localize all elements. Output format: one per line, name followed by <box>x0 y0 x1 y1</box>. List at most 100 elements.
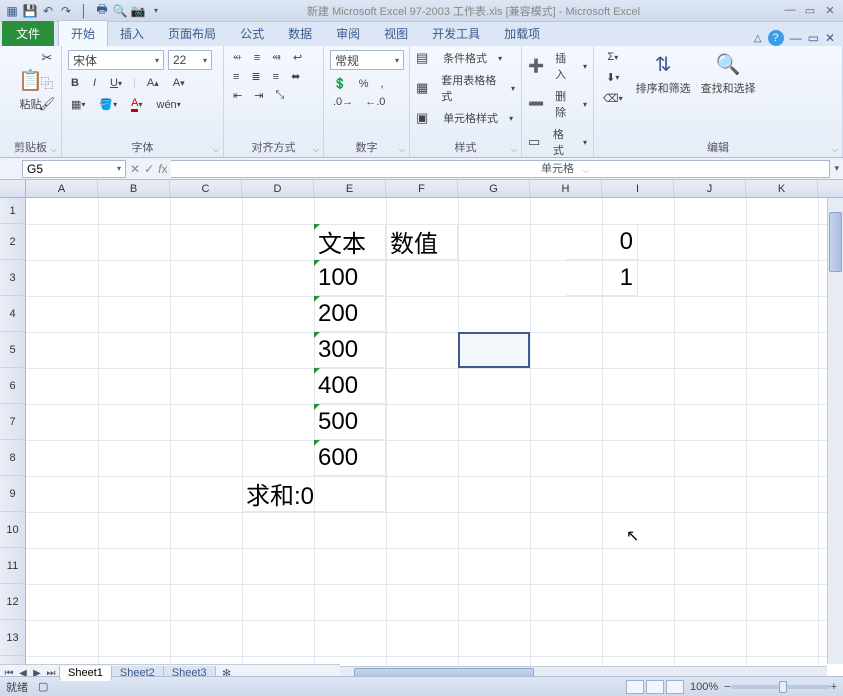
window-close-icon[interactable]: ✕ <box>825 31 835 45</box>
wrap-text-icon[interactable]: ↩ <box>290 50 305 65</box>
align-bottom-icon[interactable]: ⬵ <box>269 50 284 65</box>
align-right-icon[interactable]: ≡ <box>270 69 282 84</box>
view-pagebreak-icon[interactable] <box>666 680 684 694</box>
col-header[interactable]: J <box>674 180 746 197</box>
name-box[interactable]: G5▾ <box>22 160 126 178</box>
underline-button[interactable]: U ▾ <box>107 76 125 90</box>
conditional-format-button[interactable]: ▤ 条件格式 ▾ <box>416 50 515 66</box>
save-icon[interactable]: 💾 <box>22 3 38 19</box>
tab-data[interactable]: 数据 <box>276 21 324 46</box>
col-header[interactable]: C <box>170 180 242 197</box>
cell-c9[interactable]: 求和:0 <box>242 476 386 512</box>
zoom-in-icon[interactable]: + <box>831 681 837 693</box>
align-middle-icon[interactable]: ≡ <box>251 50 263 65</box>
maximize-icon[interactable]: ▭ <box>803 4 817 17</box>
fx-confirm-icon[interactable]: ✓ <box>144 162 154 176</box>
font-size-select[interactable]: 22▾ <box>168 50 212 70</box>
cell-h2[interactable]: 0 <box>566 224 638 260</box>
tab-home[interactable]: 开始 <box>58 20 108 46</box>
row-header[interactable]: 5 <box>0 332 25 368</box>
align-top-icon[interactable]: ⬴ <box>230 50 245 65</box>
indent-inc-icon[interactable]: ⇥ <box>251 88 266 103</box>
copy-icon[interactable]: ⿻ <box>39 74 55 90</box>
col-header[interactable]: G <box>458 180 530 197</box>
clear-icon[interactable]: ⌫ ▾ <box>600 91 626 106</box>
tab-file[interactable]: 文件 <box>2 21 54 46</box>
format-button[interactable]: ▭ 格式 ▾ <box>528 126 587 158</box>
vertical-scrollbar[interactable] <box>827 198 843 664</box>
align-center-icon[interactable]: ≣ <box>248 69 263 84</box>
undo-icon[interactable]: ↶ <box>40 3 56 19</box>
col-header[interactable]: K <box>746 180 818 197</box>
row-header[interactable]: 12 <box>0 584 25 620</box>
col-header[interactable]: E <box>314 180 386 197</box>
merge-icon[interactable]: ⬌ <box>288 69 303 84</box>
cell-e2[interactable]: 数值 <box>386 224 458 260</box>
ribbon-minimize-icon[interactable]: △ <box>754 33 762 44</box>
camera-icon[interactable]: 📷 <box>130 3 146 19</box>
shrink-font-button[interactable]: A▾ <box>170 76 188 90</box>
col-header[interactable]: I <box>602 180 674 197</box>
tab-insert[interactable]: 插入 <box>108 21 156 46</box>
font-color-button[interactable]: A ▾ <box>128 96 145 113</box>
format-painter-icon[interactable]: 🖌 <box>39 96 55 112</box>
italic-button[interactable]: I <box>90 76 99 90</box>
sheet-tab-1[interactable]: Sheet1 <box>59 666 112 681</box>
select-all-corner[interactable] <box>0 180 26 197</box>
cells-area[interactable]: 文本 数值 0 100 1 200 300 400 500 600 求和:0 <box>26 198 843 682</box>
zoom-level[interactable]: 100% <box>690 681 718 693</box>
cell-d5[interactable]: 300 <box>314 332 386 368</box>
help-icon[interactable]: ? <box>768 30 784 46</box>
align-left-icon[interactable]: ≡ <box>230 69 242 84</box>
orientation-icon[interactable]: ⤡ <box>272 88 287 103</box>
autosum-icon[interactable]: Σ ▾ <box>600 50 626 64</box>
row-header[interactable]: 3 <box>0 260 25 296</box>
tab-review[interactable]: 审阅 <box>324 21 372 46</box>
row-header[interactable]: 10 <box>0 512 25 548</box>
table-format-button[interactable]: ▦ 套用表格格式 ▾ <box>416 72 515 104</box>
tab-pagelayout[interactable]: 页面布局 <box>156 21 228 46</box>
fill-color-button[interactable]: 🪣 ▾ <box>96 97 120 112</box>
percent-icon[interactable]: % <box>356 76 372 91</box>
col-header[interactable]: D <box>242 180 314 197</box>
border-button[interactable]: ▦ ▾ <box>68 97 88 112</box>
row-header[interactable]: 1 <box>0 198 25 224</box>
tab-developer[interactable]: 开发工具 <box>420 21 492 46</box>
row-header[interactable]: 13 <box>0 620 25 656</box>
row-header[interactable]: 6 <box>0 368 25 404</box>
preview-icon[interactable]: 🔍 <box>112 3 128 19</box>
indent-dec-icon[interactable]: ⇤ <box>230 88 245 103</box>
col-header[interactable]: F <box>386 180 458 197</box>
grow-font-button[interactable]: A▴ <box>144 76 162 90</box>
phonetic-button[interactable]: wén ▾ <box>154 98 184 112</box>
view-pagelayout-icon[interactable] <box>646 680 664 694</box>
delete-button[interactable]: ➖ 删除 ▾ <box>528 88 587 120</box>
cut-icon[interactable]: ✂ <box>39 50 55 66</box>
comma-icon[interactable]: , <box>377 76 386 91</box>
fill-icon[interactable]: ⬇ ▾ <box>600 70 626 85</box>
cell-d2[interactable]: 文本 <box>314 224 386 260</box>
cell-d7[interactable]: 500 <box>314 404 386 440</box>
formula-input[interactable] <box>171 160 830 178</box>
col-header[interactable]: H <box>530 180 602 197</box>
row-header[interactable]: 4 <box>0 296 25 332</box>
minimize-icon[interactable]: — <box>783 4 797 17</box>
decrease-decimal-icon[interactable]: ←.0 <box>362 95 388 109</box>
row-header[interactable]: 9 <box>0 476 25 512</box>
cell-d3[interactable]: 100 <box>314 260 386 296</box>
close-icon[interactable]: ✕ <box>823 4 837 17</box>
zoom-knob[interactable] <box>779 681 787 693</box>
scroll-thumb[interactable] <box>829 212 842 272</box>
macro-record-icon[interactable]: ▢ <box>38 680 48 693</box>
row-header[interactable]: 8 <box>0 440 25 476</box>
row-header[interactable]: 2 <box>0 224 25 260</box>
increase-decimal-icon[interactable]: .0→ <box>330 95 356 109</box>
cell-d6[interactable]: 400 <box>314 368 386 404</box>
number-format-select[interactable]: 常规▾ <box>330 50 404 70</box>
currency-icon[interactable]: 💲 <box>330 76 350 91</box>
window-minimize-icon[interactable]: — <box>790 31 802 45</box>
find-select-button[interactable]: 🔍 查找和选择 <box>701 50 756 96</box>
fx-icon[interactable]: fx <box>158 162 167 176</box>
print-icon[interactable]: 🖶 <box>94 3 110 19</box>
tab-view[interactable]: 视图 <box>372 21 420 46</box>
